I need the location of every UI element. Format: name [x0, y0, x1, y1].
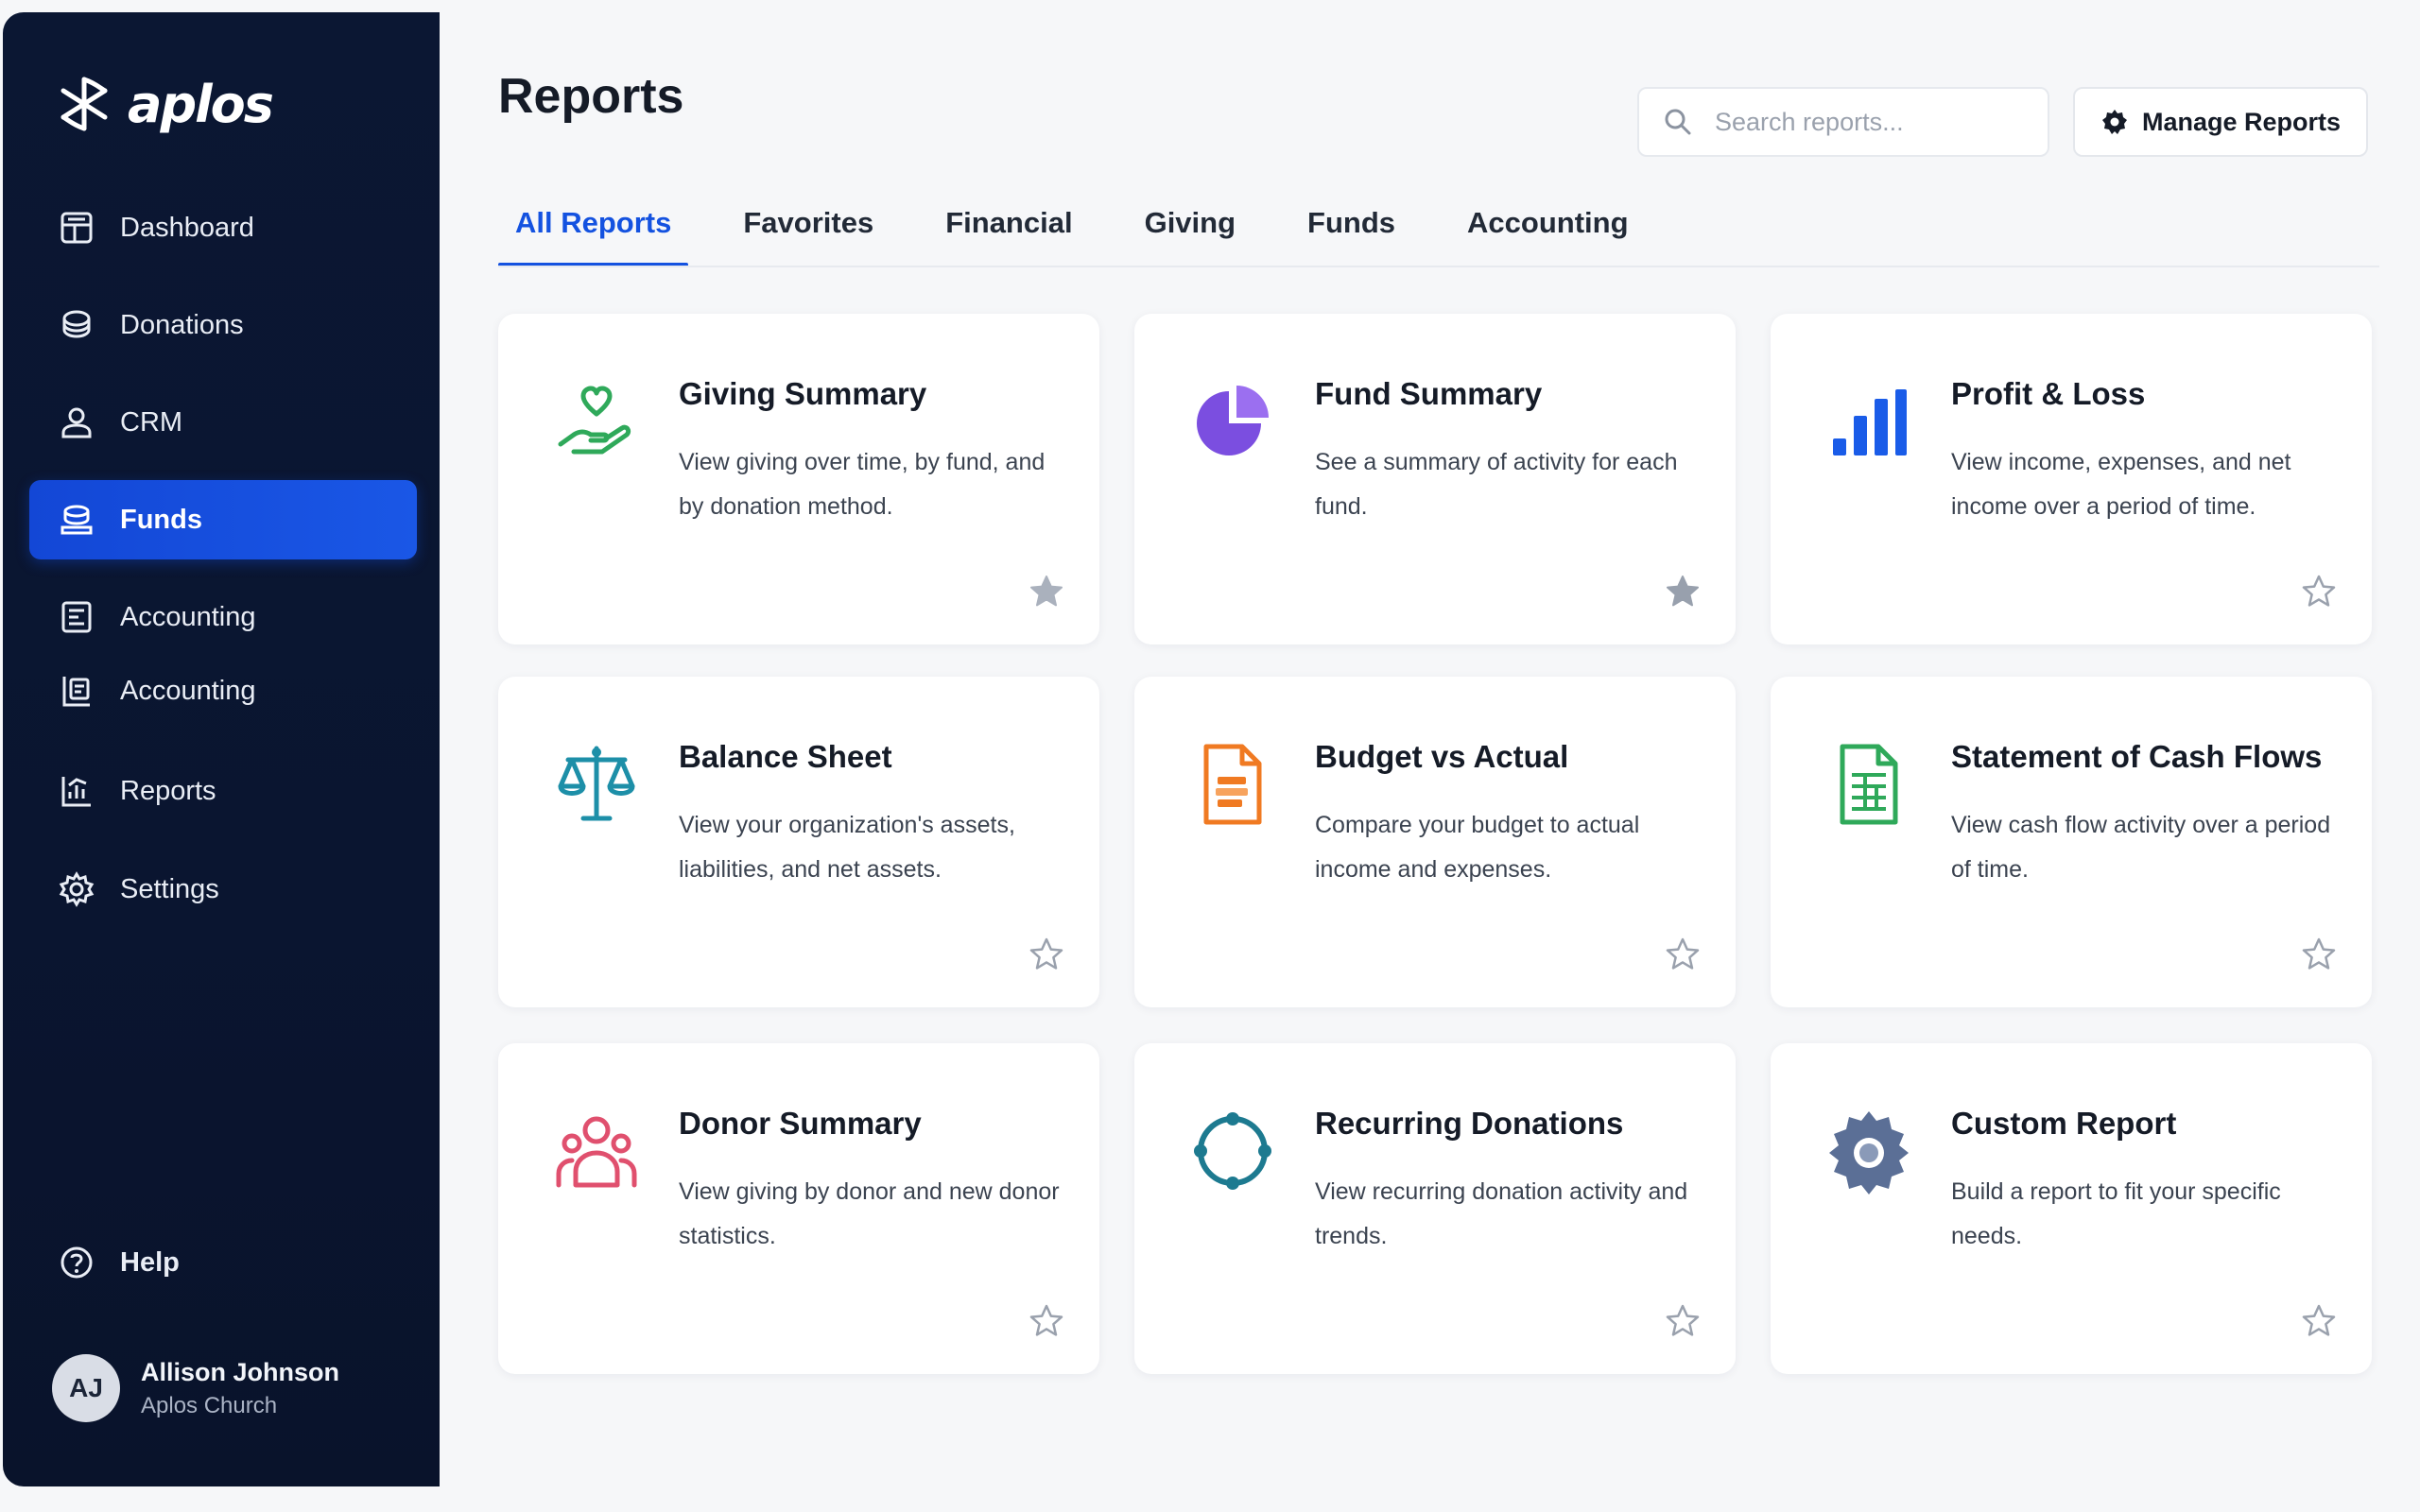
sidebar-item-label: Accounting — [120, 675, 256, 706]
star-icon[interactable] — [1028, 1302, 1065, 1340]
sidebar-item-label: Help — [120, 1246, 180, 1278]
search-box[interactable] — [1637, 87, 2049, 157]
giving-hand-heart-icon — [558, 386, 631, 455]
gear-icon — [59, 871, 95, 907]
gear-icon — [2101, 110, 2127, 134]
accounting-icon — [61, 601, 92, 633]
sidebar-item-reports[interactable]: Reports — [29, 751, 417, 831]
recurring-cycle-icon — [1194, 1112, 1271, 1190]
star-icon[interactable] — [2300, 936, 2338, 973]
sidebar-item-label: Funds — [120, 504, 202, 535]
star-icon[interactable] — [1028, 573, 1065, 610]
search-icon — [1665, 109, 1691, 135]
report-card-cash-flows[interactable]: Statement of Cash Flows View cash flow a… — [1771, 677, 2372, 1007]
card-title: Donor Summary — [679, 1106, 922, 1141]
sidebar-item-accounting[interactable]: Accounting — [29, 577, 417, 657]
sidebar-item-label: CRM — [120, 406, 183, 438]
card-title: Fund Summary — [1315, 376, 1543, 411]
donor-group-icon — [556, 1116, 637, 1188]
report-card-recurring-donations[interactable]: Recurring Donations View recurring donat… — [1134, 1043, 1736, 1374]
pie-chart-icon — [1197, 386, 1269, 455]
user-name: Allison Johnson — [141, 1357, 340, 1386]
tabs-divider — [498, 266, 2379, 267]
card-description: View giving by donor and new donor stati… — [679, 1178, 1060, 1249]
card-title: Statement of Cash Flows — [1951, 739, 2323, 774]
sidebar-item-crm[interactable]: CRM — [29, 383, 417, 462]
report-card-fund-summary[interactable]: Fund Summary See a summary of activity f… — [1134, 314, 1736, 644]
tab-accounting[interactable]: Accounting — [1450, 198, 1646, 266]
sidebar-item-settings[interactable]: Settings — [29, 850, 417, 929]
sidebar-item-accounting-ledger[interactable]: Accounting — [29, 651, 417, 730]
card-description: View recurring donation activity and tre… — [1315, 1178, 1688, 1249]
card-title: Balance Sheet — [679, 739, 892, 774]
tab-financial[interactable]: Financial — [928, 198, 1089, 266]
sidebar-item-label: Dashboard — [120, 212, 254, 243]
card-description: See a summary of activity for each fund. — [1315, 449, 1678, 520]
report-card-giving-summary[interactable]: Giving Summary View giving over time, by… — [498, 314, 1099, 644]
aplos-logo-icon — [60, 77, 108, 131]
person-icon — [61, 407, 92, 438]
dashboard-icon — [60, 212, 93, 244]
main-content: Reports Manage Reports All Reports Favor… — [440, 0, 2420, 1512]
report-card-profit-loss[interactable]: Profit & Loss View income, expenses, and… — [1771, 314, 2372, 644]
card-title: Giving Summary — [679, 376, 927, 411]
search-input[interactable] — [1715, 107, 2027, 137]
manage-reports-button[interactable]: Manage Reports — [2073, 87, 2368, 157]
tab-giving[interactable]: Giving — [1128, 198, 1253, 266]
card-title: Profit & Loss — [1951, 376, 2146, 411]
bar-chart-icon — [1833, 389, 1907, 455]
donations-icon — [62, 310, 91, 338]
card-description: View your organization's assets, liabili… — [679, 812, 1015, 883]
funds-icon — [60, 505, 93, 535]
sidebar-item-label: Settings — [120, 873, 219, 904]
help-icon — [60, 1246, 93, 1279]
reports-icon — [61, 777, 91, 807]
sidebar-item-label: Accounting — [120, 601, 256, 632]
tab-favorites[interactable]: Favorites — [726, 198, 890, 266]
card-description: View cash flow activity over a period of… — [1951, 812, 2331, 883]
star-icon[interactable] — [1664, 1302, 1702, 1340]
sidebar-item-label: Reports — [120, 775, 216, 806]
tab-all-reports[interactable]: All Reports — [498, 198, 689, 266]
sidebar-item-label: Donations — [120, 309, 244, 340]
sidebar-item-dashboard[interactable]: Dashboard — [29, 188, 417, 267]
card-description: View income, expenses, and net income ov… — [1951, 449, 2291, 520]
card-description: Build a report to fit your specific need… — [1951, 1178, 2281, 1249]
manage-reports-label: Manage Reports — [2141, 107, 2342, 136]
brand-logo[interactable]: aplos — [54, 71, 274, 137]
user-organization: Aplos Church — [141, 1392, 278, 1418]
sidebar: aplos Dashboard Donations CRM Funds Acco… — [3, 12, 440, 1486]
brand-name: aplos — [128, 74, 274, 134]
report-tabs: All Reports Favorites Financial Giving F… — [498, 198, 1684, 266]
card-description: View giving over time, by fund, and by d… — [679, 449, 1046, 520]
card-title: Budget vs Actual — [1315, 739, 1569, 774]
tab-funds[interactable]: Funds — [1290, 198, 1412, 266]
card-title: Custom Report — [1951, 1106, 2177, 1141]
star-icon[interactable] — [2300, 1302, 2338, 1340]
sidebar-item-help[interactable]: Help — [29, 1223, 417, 1302]
star-icon[interactable] — [1028, 936, 1065, 973]
sidebar-item-funds[interactable]: Funds — [29, 480, 417, 559]
app-window: aplos Dashboard Donations CRM Funds Acco… — [0, 0, 2420, 1512]
ledger-icon — [62, 677, 90, 707]
card-description: Compare your budget to actual income and… — [1315, 812, 1640, 883]
report-card-donor-summary[interactable]: Donor Summary View giving by donor and n… — [498, 1043, 1099, 1374]
star-icon[interactable] — [1664, 573, 1702, 610]
budget-document-icon — [1203, 744, 1262, 825]
card-title: Recurring Donations — [1315, 1106, 1624, 1141]
star-icon[interactable] — [1664, 936, 1702, 973]
star-icon[interactable] — [2300, 573, 2338, 610]
sidebar-item-donations[interactable]: Donations — [29, 285, 417, 365]
scale-icon — [558, 746, 635, 821]
report-card-custom-report[interactable]: Custom Report Build a report to fit your… — [1771, 1043, 2372, 1374]
spreadsheet-document-icon — [1840, 744, 1898, 825]
user-profile[interactable]: AJ Allison Johnson Aplos Church — [52, 1354, 339, 1422]
report-card-balance-sheet[interactable]: Balance Sheet View your organization's a… — [498, 677, 1099, 1007]
report-card-budget-vs-actual[interactable]: Budget vs Actual Compare your budget to … — [1134, 677, 1736, 1007]
gear-icon — [1829, 1111, 1909, 1194]
page-title: Reports — [498, 69, 684, 124]
avatar: AJ — [52, 1354, 120, 1422]
